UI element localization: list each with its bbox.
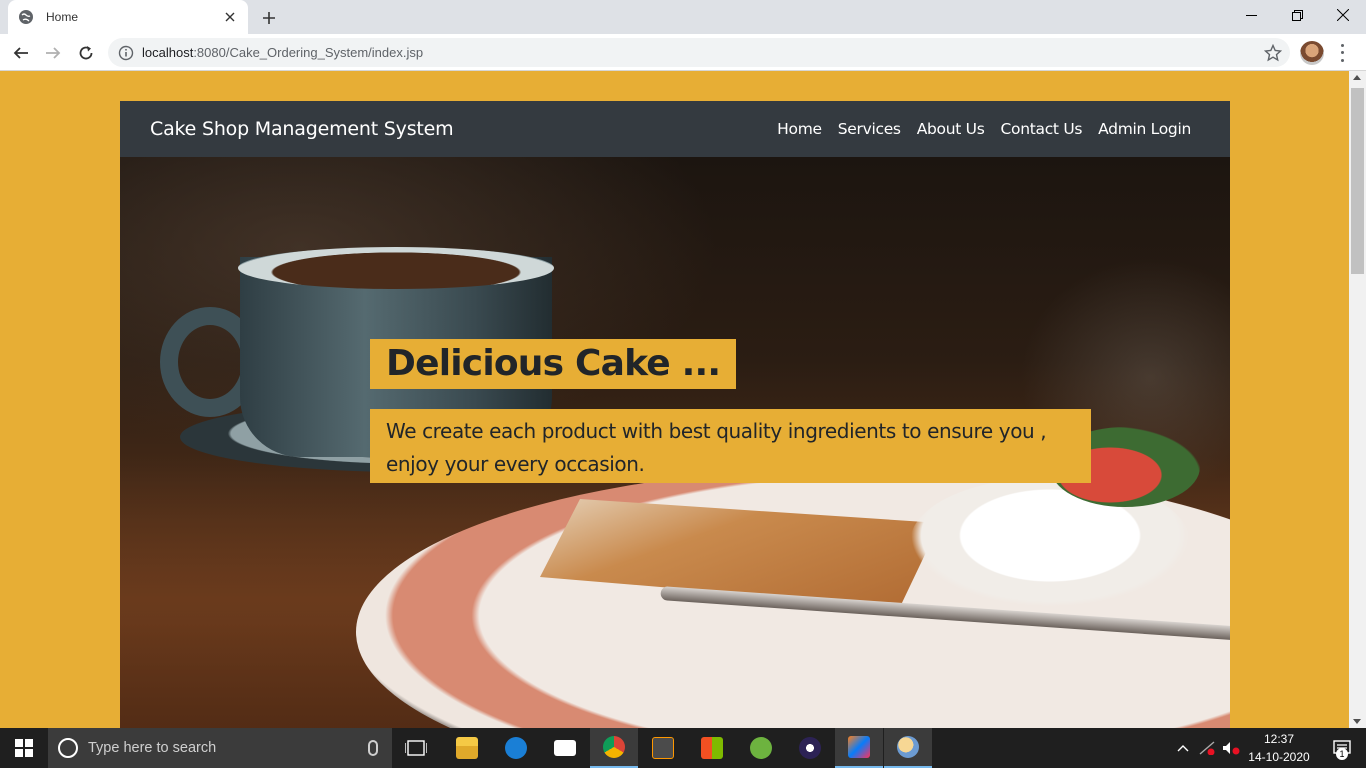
- browser-toolbar: localhost:8080/Cake_Ordering_System/inde…: [0, 34, 1366, 71]
- new-tab-button[interactable]: [258, 7, 280, 29]
- clock-date: 14-10-2020: [1248, 750, 1310, 764]
- page-scrollbar[interactable]: [1349, 71, 1366, 728]
- nav-about-us[interactable]: About Us: [909, 120, 993, 138]
- reload-button[interactable]: [73, 40, 99, 66]
- profile-avatar[interactable]: [1300, 41, 1324, 65]
- network-icon[interactable]: [1196, 728, 1218, 768]
- browser-tab[interactable]: Home: [8, 0, 248, 34]
- forward-button[interactable]: [40, 40, 66, 66]
- browser-tab-bar: Home: [0, 0, 1366, 34]
- url-text: localhost:8080/Cake_Ordering_System/inde…: [142, 45, 424, 60]
- site-navbar: Cake Shop Management System Home Service…: [120, 101, 1230, 157]
- nav-contact-us[interactable]: Contact Us: [993, 120, 1091, 138]
- system-clock[interactable]: 12:37 14-10-2020: [1244, 730, 1314, 766]
- notification-count-badge: 1: [1336, 748, 1348, 760]
- store-icon[interactable]: [688, 728, 736, 768]
- address-bar[interactable]: localhost:8080/Cake_Ordering_System/inde…: [108, 38, 1290, 67]
- clock-time: 12:37: [1263, 732, 1295, 746]
- windows-taskbar: Type here to search 12:37 14-10-2020: [0, 728, 1366, 768]
- chevron-up-icon[interactable]: [1172, 728, 1194, 768]
- star-icon[interactable]: [1264, 44, 1282, 62]
- cortana-icon: [58, 738, 78, 758]
- back-button[interactable]: [8, 40, 34, 66]
- search-placeholder: Type here to search: [88, 740, 217, 756]
- globe-icon: [18, 9, 34, 25]
- nav-home[interactable]: Home: [769, 120, 830, 138]
- sublime-text-icon[interactable]: [639, 728, 687, 768]
- page-viewport: Cake Shop Management System Home Service…: [0, 71, 1349, 728]
- info-icon[interactable]: [118, 45, 134, 61]
- intellij-icon[interactable]: [835, 728, 883, 768]
- scroll-down-arrow-icon[interactable]: [1353, 719, 1361, 724]
- nav-services[interactable]: Services: [830, 120, 909, 138]
- hero-banner: Delicious Cake ... We create each produc…: [120, 157, 1230, 728]
- brand-link[interactable]: Cake Shop Management System: [150, 118, 454, 140]
- three-dots-icon[interactable]: [1335, 42, 1349, 64]
- task-view-icon[interactable]: [392, 728, 440, 768]
- scroll-up-arrow-icon[interactable]: [1353, 75, 1361, 80]
- hero-title: Delicious Cake ...: [370, 339, 737, 389]
- spring-icon[interactable]: [737, 728, 785, 768]
- chrome-icon[interactable]: [590, 728, 638, 768]
- minimize-button[interactable]: [1228, 0, 1274, 30]
- tab-title: Home: [46, 10, 79, 24]
- close-icon[interactable]: [222, 9, 238, 25]
- volume-icon[interactable]: [1220, 728, 1242, 768]
- scrollbar-thumb[interactable]: [1351, 88, 1364, 274]
- edge-icon[interactable]: [492, 728, 540, 768]
- hero-cup-rim: [238, 247, 554, 289]
- file-explorer-icon[interactable]: [443, 728, 491, 768]
- site-container: Cake Shop Management System Home Service…: [120, 101, 1230, 728]
- paint-icon[interactable]: [884, 728, 932, 768]
- nav-links: Home Services About Us Contact Us Admin …: [769, 120, 1200, 138]
- windows-logo-icon[interactable]: [0, 728, 48, 768]
- eclipse-icon[interactable]: [786, 728, 834, 768]
- hero-subtitle: We create each product with best quality…: [370, 409, 1091, 483]
- restore-button[interactable]: [1274, 0, 1320, 30]
- nav-admin-login[interactable]: Admin Login: [1090, 120, 1200, 138]
- mail-icon[interactable]: [541, 728, 589, 768]
- microphone-icon[interactable]: [368, 740, 378, 756]
- close-window-button[interactable]: [1320, 0, 1366, 30]
- taskbar-search-input[interactable]: Type here to search: [48, 728, 392, 768]
